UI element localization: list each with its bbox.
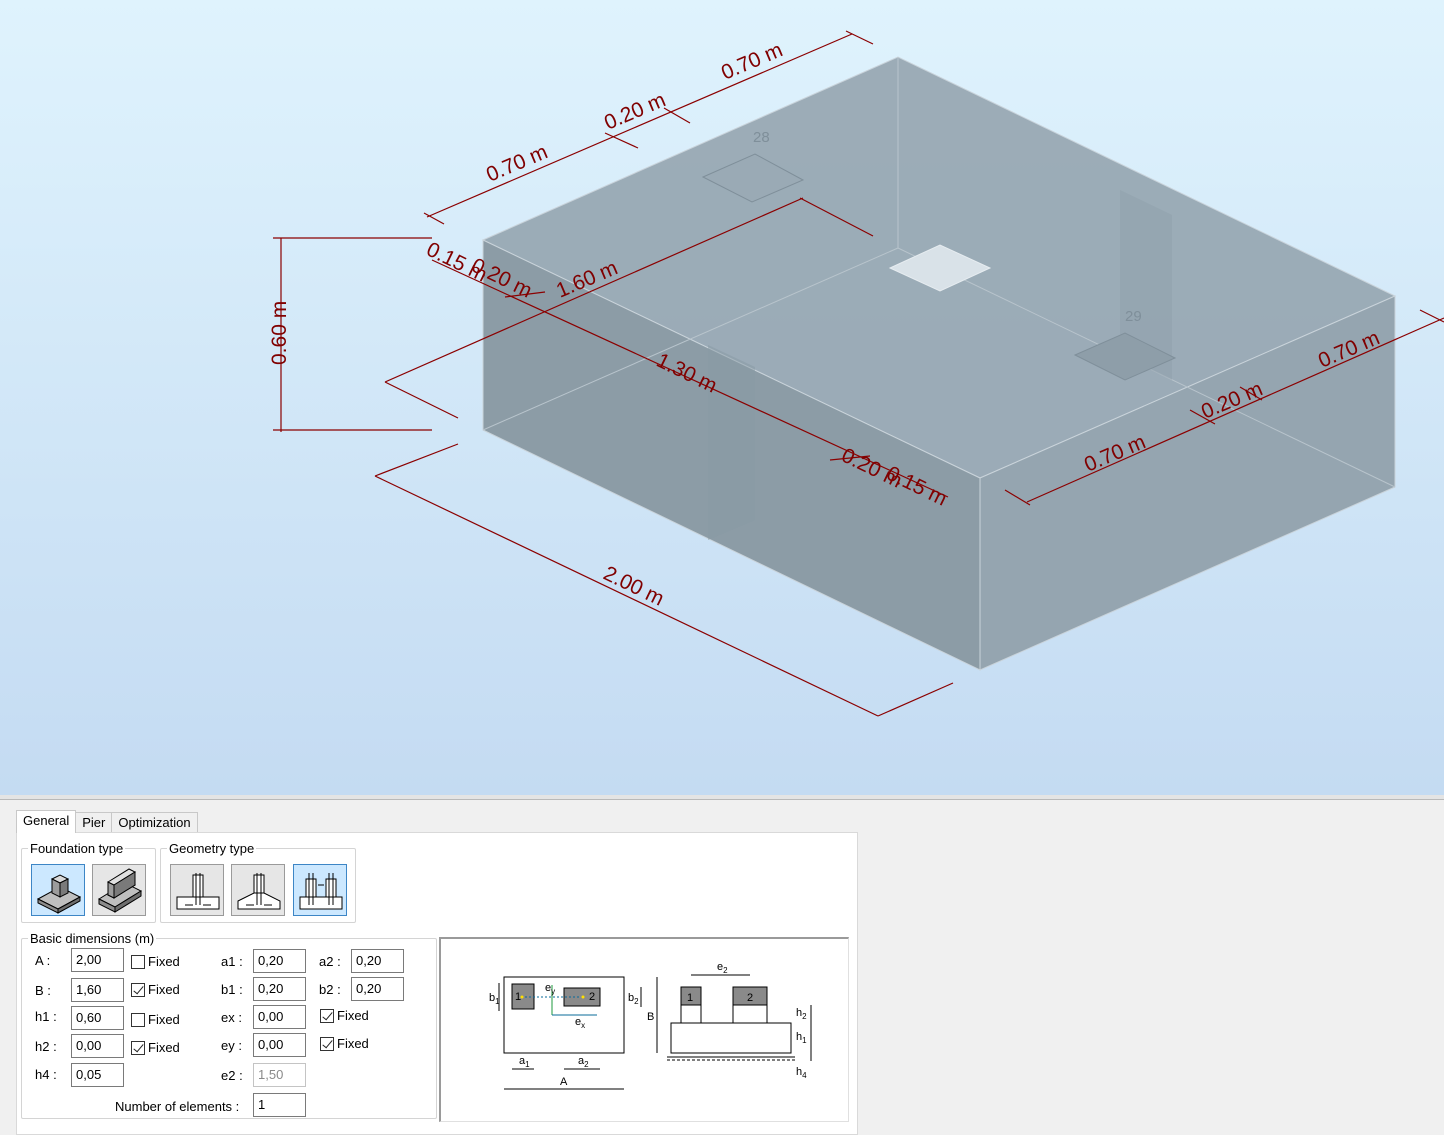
a2-label: a2 : xyxy=(319,954,341,969)
ex-fixed-box xyxy=(320,1008,334,1023)
multi-pier-footing-button[interactable] xyxy=(293,864,347,916)
dim-top-070-left: 0.70 m xyxy=(483,140,551,186)
h1-label: h1 : xyxy=(35,1009,57,1024)
ex-input[interactable]: 0,00 xyxy=(253,1005,306,1029)
tab-optimization[interactable]: Optimization xyxy=(111,812,198,833)
e2-label: e2 : xyxy=(221,1068,243,1083)
viewport-canvas[interactable]: 28 29 0.70 m 0.20 m 0.70 m 0.60 m 0.15 m… xyxy=(0,0,1444,795)
b-fixed-label: Fixed xyxy=(148,982,180,997)
b1-input[interactable]: 0,20 xyxy=(253,977,306,1001)
ex-fixed-checkbox[interactable]: Fixed xyxy=(320,1008,369,1023)
ey-fixed-box xyxy=(320,1036,334,1051)
continuous-footing-button[interactable] xyxy=(92,864,146,916)
elev-pier-2-label: 2 xyxy=(747,992,753,1004)
a-input[interactable]: 2,00 xyxy=(71,948,124,972)
tapered-footing-icon xyxy=(237,873,281,910)
b1-symbol: b1 xyxy=(489,992,500,1006)
a1-label: a1 : xyxy=(221,954,243,969)
footing-schematic: 1 2 ey ex b1 b2 B a1 a2 A 1 2 e2 h2 h1 h… xyxy=(439,937,849,1122)
h1-fixed-box xyxy=(131,1012,145,1027)
B-symbol: B xyxy=(647,1011,654,1023)
dim-height: 0.60 m xyxy=(268,301,291,365)
h2-input[interactable]: 0,00 xyxy=(71,1034,124,1058)
a1-symbol: a1 xyxy=(519,1055,530,1069)
ex-label: ex : xyxy=(221,1010,242,1025)
b-label: B : xyxy=(35,983,51,998)
b2-input[interactable]: 0,20 xyxy=(351,977,404,1001)
node-label-29: 29 xyxy=(1125,308,1142,325)
b-fixed-box xyxy=(131,982,145,997)
h4-symbol: h4 xyxy=(796,1066,807,1080)
spread-footing-icon xyxy=(36,874,82,914)
b2-label: b2 : xyxy=(319,982,341,997)
tapered-footing-button[interactable] xyxy=(231,864,285,916)
elev-pier-1-label: 1 xyxy=(687,992,693,1004)
rectangular-footing-icon xyxy=(176,873,220,910)
h1-input[interactable]: 0,60 xyxy=(71,1006,124,1030)
a-fixed-label: Fixed xyxy=(148,954,180,969)
h2-symbol: h2 xyxy=(796,1007,807,1021)
dim-200: 2.00 m xyxy=(600,562,668,611)
h1-fixed-label: Fixed xyxy=(148,1012,180,1027)
a-fixed-box xyxy=(131,954,145,969)
e2-input: 1,50 xyxy=(253,1063,306,1087)
h4-label: h4 : xyxy=(35,1067,57,1082)
3d-viewport[interactable]: 28 29 0.70 m 0.20 m 0.70 m 0.60 m 0.15 m… xyxy=(0,0,1444,795)
h2-fixed-label: Fixed xyxy=(148,1040,180,1055)
foundation-type-title: Foundation type xyxy=(30,841,124,856)
plan-pier-2-label: 2 xyxy=(589,991,595,1003)
a1-input[interactable]: 0,20 xyxy=(253,949,306,973)
number-of-elements-input[interactable]: 1 xyxy=(253,1093,306,1117)
ey-fixed-checkbox[interactable]: Fixed xyxy=(320,1036,369,1051)
h1-fixed-checkbox[interactable]: Fixed xyxy=(131,1012,180,1027)
a2-symbol: a2 xyxy=(578,1055,589,1069)
h1-symbol: h1 xyxy=(796,1031,807,1045)
a-fixed-checkbox[interactable]: Fixed xyxy=(131,954,180,969)
basic-dimensions-title: Basic dimensions (m) xyxy=(30,931,155,946)
ex-fixed-label: Fixed xyxy=(337,1008,369,1023)
plan-pier-1-label: 1 xyxy=(515,991,521,1003)
b-fixed-checkbox[interactable]: Fixed xyxy=(131,982,180,997)
b2-symbol: b2 xyxy=(628,992,639,1006)
a2-input[interactable]: 0,20 xyxy=(351,949,404,973)
spread-footing-button[interactable] xyxy=(31,864,85,916)
ey-input[interactable]: 0,00 xyxy=(253,1033,306,1057)
node-label-28: 28 xyxy=(753,129,770,146)
footing-schematic-drawing: 1 2 ey ex b1 b2 B a1 a2 A 1 2 e2 h2 h1 h… xyxy=(489,961,812,1090)
h2-fixed-box xyxy=(131,1040,145,1055)
tab-general[interactable]: General xyxy=(16,810,77,833)
ey-label: ey : xyxy=(221,1038,242,1053)
b-input[interactable]: 1,60 xyxy=(71,978,124,1002)
h2-label: h2 : xyxy=(35,1039,57,1054)
footing-properties-panel: General Pier Optimization Foundation typ… xyxy=(0,800,1444,1135)
tab-pier[interactable]: Pier xyxy=(75,812,113,833)
A-symbol: A xyxy=(560,1076,568,1088)
geometry-type-title: Geometry type xyxy=(169,841,255,856)
a-label: A : xyxy=(35,953,51,968)
h4-input[interactable]: 0,05 xyxy=(71,1063,124,1087)
tab-bar: General Pier Optimization xyxy=(16,810,198,833)
h2-fixed-checkbox[interactable]: Fixed xyxy=(131,1040,180,1055)
rectangular-footing-button[interactable] xyxy=(170,864,224,916)
ey-fixed-label: Fixed xyxy=(337,1036,369,1051)
e2-symbol: e2 xyxy=(717,961,728,975)
number-of-elements-label: Number of elements : xyxy=(115,1099,240,1114)
multi-pier-footing-icon xyxy=(299,873,343,910)
continuous-footing-icon xyxy=(97,868,143,913)
b1-label: b1 : xyxy=(221,982,243,997)
